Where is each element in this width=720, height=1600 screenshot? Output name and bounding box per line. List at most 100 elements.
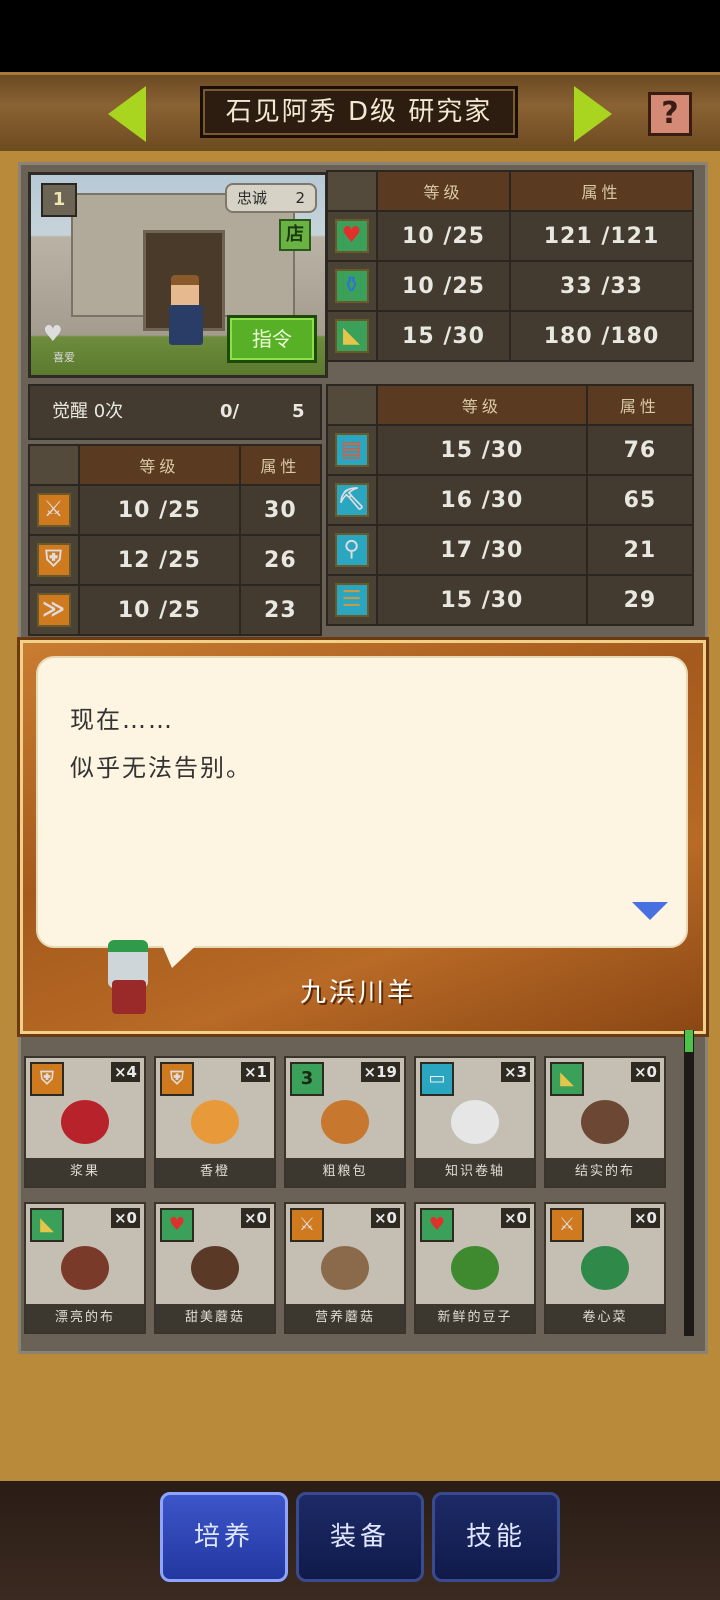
level-cell: 16 /30 — [376, 474, 588, 526]
arm-icon: ◣ — [550, 1062, 584, 1096]
item-count: ×0 — [630, 1208, 660, 1228]
book-icon: ▤ — [335, 433, 369, 467]
item-card[interactable]: ▭ ×3 知识卷轴 — [414, 1056, 536, 1188]
value-cell: 23 — [238, 584, 323, 636]
item-card[interactable]: ◣ ×0 结实的布 — [544, 1056, 666, 1188]
item-count: ×3 — [500, 1062, 530, 1082]
loyalty-value: 2 — [295, 189, 305, 207]
speed-icon: ≫ — [37, 593, 71, 627]
awaken-max: 5 — [292, 401, 305, 422]
item-image — [451, 1246, 499, 1290]
shovel-icon: ⚲ — [335, 533, 369, 567]
tab-equip[interactable]: 装备 — [296, 1492, 424, 1582]
next-character-arrow-icon[interactable] — [574, 86, 612, 142]
awaken-label: 觉醒 0次 — [52, 401, 124, 422]
value-cell: 26 — [238, 534, 323, 586]
level-cell: 15 /30 — [376, 424, 588, 476]
character-head — [171, 275, 199, 309]
table-row: ⚱ 10 /25 33 /33 — [326, 260, 694, 312]
item-tag-icon: 3 — [290, 1062, 324, 1096]
heart-icon: ♥ — [335, 219, 369, 253]
table-row: ≫ 10 /25 23 — [28, 584, 323, 636]
loyalty-badge: 忠诚 2 — [225, 183, 317, 213]
item-card[interactable]: ⛨ ×4 浆果 — [24, 1056, 146, 1188]
level-cell: 10 /25 — [78, 584, 241, 636]
column-header-attribute: 属性 — [238, 444, 323, 486]
item-count: ×1 — [240, 1062, 270, 1082]
item-image — [451, 1100, 499, 1144]
item-count: ×0 — [110, 1208, 140, 1228]
column-header-attribute: 属性 — [585, 384, 695, 426]
prev-character-arrow-icon[interactable] — [108, 86, 146, 142]
command-button[interactable]: 指令 — [227, 315, 317, 363]
dialog-next-arrow-icon[interactable] — [632, 902, 668, 920]
character-body — [169, 305, 203, 345]
value-cell: 180 /180 — [509, 310, 694, 362]
table-header-blank — [326, 170, 378, 212]
item-image — [321, 1100, 369, 1144]
item-scrollbar-thumb[interactable] — [685, 1030, 693, 1052]
tab-skill[interactable]: 技能 — [432, 1492, 560, 1582]
speaker-body — [112, 980, 146, 1014]
level-cell: 15 /30 — [375, 310, 512, 362]
level-cell: 10 /25 — [78, 484, 241, 536]
item-name: 甜美蘑菇 — [156, 1304, 274, 1332]
shield-icon: ⛨ — [37, 543, 71, 577]
sword-icon: ⚔ — [550, 1208, 584, 1242]
arm-icon: ◣ — [30, 1208, 64, 1242]
level-cell: 12 /25 — [78, 534, 241, 586]
shield-icon: ⛨ — [30, 1062, 64, 1096]
column-header-level: 等级 — [375, 170, 512, 212]
item-image — [321, 1246, 369, 1290]
level-cell: 15 /30 — [376, 574, 588, 626]
dialog-line-1: 现在…… — [70, 706, 174, 734]
status-bar — [0, 0, 720, 72]
item-count: ×19 — [360, 1062, 400, 1082]
value-cell: 21 — [585, 524, 695, 576]
value-cell: 76 — [585, 424, 695, 476]
item-card[interactable]: ♥ ×0 新鲜的豆子 — [414, 1202, 536, 1334]
item-name: 结实的布 — [546, 1158, 664, 1186]
table-row: ⛨ 12 /25 26 — [28, 534, 323, 586]
pickaxe-icon: ⛏ — [335, 483, 369, 517]
speech-bubble-tail — [160, 940, 202, 968]
table-row: ◣ 15 /30 180 /180 — [326, 310, 694, 362]
tab-train[interactable]: 培养 — [160, 1492, 288, 1582]
rank-icon: 1 — [41, 183, 77, 217]
item-image — [61, 1246, 109, 1290]
hobby-label: 喜爱 — [53, 351, 75, 364]
item-name: 新鲜的豆子 — [416, 1304, 534, 1332]
item-name: 卷心菜 — [546, 1304, 664, 1332]
shield-icon: ⛨ — [160, 1062, 194, 1096]
sword-icon: ⚔ — [290, 1208, 324, 1242]
awaken-current: 0/ — [220, 401, 240, 422]
value-cell: 29 — [585, 574, 695, 626]
potion-icon: ⚱ — [335, 269, 369, 303]
heart-icon: ♥ — [160, 1208, 194, 1242]
shop-icon[interactable]: 店 — [279, 219, 311, 251]
item-card[interactable]: ♥ ×0 甜美蘑菇 — [154, 1202, 276, 1334]
value-cell: 65 — [585, 474, 695, 526]
craft-icon: ☰ — [335, 583, 369, 617]
character-portrait[interactable]: 1 忠诚 2 店 指令 ♥ 喜爱 — [28, 172, 328, 378]
item-card[interactable]: ⚔ ×0 营养蘑菇 — [284, 1202, 406, 1334]
level-cell: 10 /25 — [375, 260, 512, 312]
table-row: ⚔ 10 /25 30 — [28, 484, 323, 536]
item-count: ×0 — [240, 1208, 270, 1228]
item-card[interactable]: ⚔ ×0 卷心菜 — [544, 1202, 666, 1334]
item-name: 粗粮包 — [286, 1158, 404, 1186]
item-name: 漂亮的布 — [26, 1304, 144, 1332]
item-image — [191, 1100, 239, 1144]
work-stats-table: 等级 属性 ▤ 15 /30 76 ⛏ 16 /30 65 ⚲ 17 /30 2… — [326, 384, 695, 626]
item-scrollbar[interactable] — [684, 1030, 694, 1336]
heart-icon: ♥ — [420, 1208, 454, 1242]
item-image — [581, 1246, 629, 1290]
item-card[interactable]: 3 ×19 粗粮包 — [284, 1056, 406, 1188]
column-header-attribute: 属性 — [509, 170, 694, 212]
item-count: ×0 — [500, 1208, 530, 1228]
item-card[interactable]: ◣ ×0 漂亮的布 — [24, 1202, 146, 1334]
item-card[interactable]: ⛨ ×1 香橙 — [154, 1056, 276, 1188]
help-button[interactable]: ? — [648, 92, 692, 136]
level-cell: 17 /30 — [376, 524, 588, 576]
hp-stats-table: 等级 属性 ♥ 10 /25 121 /121 ⚱ 10 /25 33 /33 … — [326, 170, 694, 362]
